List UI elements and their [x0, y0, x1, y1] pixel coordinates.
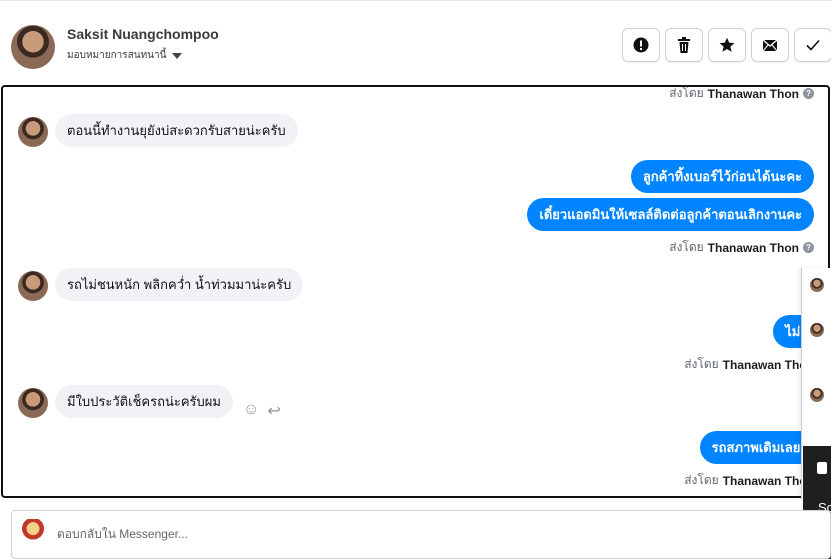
message-actions: ☺ ↩ [243, 401, 281, 421]
mark-spam-button[interactable] [622, 28, 660, 62]
sent-by-line: ส่งโดย Thanawan Thon [684, 357, 814, 372]
star-icon [719, 37, 735, 52]
page-avatar [22, 519, 44, 543]
sent-by-line: ส่งโดย Thanawan Thon ? [669, 238, 814, 257]
sender-avatar [18, 388, 48, 418]
app-icon [817, 462, 827, 474]
reply-icon[interactable]: ↩ [267, 401, 280, 421]
sent-by-line: ส่งโดย Thanawan Thon [684, 473, 814, 488]
message-incoming[interactable]: รถไม่ชนหนัก พลิกคว่ำ น้ำท่วมมาน่ะครับ [55, 268, 304, 301]
sender-avatar [18, 117, 48, 147]
star-button[interactable] [708, 28, 746, 62]
mark-unread-button[interactable] [751, 28, 789, 62]
help-icon[interactable]: ? [803, 88, 814, 99]
rail-avatar[interactable] [810, 388, 824, 402]
contact-name[interactable]: Saksit Nuangchompoo [67, 26, 219, 42]
message-outgoing[interactable]: ลูกค้าทิ้งเบอร์ไว้ก่อนได้นะคะ [630, 160, 814, 193]
smiley-icon[interactable]: ☺ [243, 401, 259, 421]
reply-composer[interactable]: ตอบกลับใน Messenger... [11, 510, 831, 559]
exclamation-icon [633, 37, 649, 53]
trash-icon [678, 37, 690, 53]
contact-avatar[interactable] [11, 25, 55, 69]
message-incoming[interactable]: ตอนนี้ทำงานยุยังบ่สะดวกรับสายน่ะครับ [55, 114, 298, 147]
message-incoming[interactable]: มีใบประวัติเช็ครถน่ะครับผม [55, 385, 233, 418]
check-icon [806, 39, 820, 51]
help-icon[interactable]: ? [803, 242, 814, 253]
mark-done-button[interactable] [794, 28, 831, 62]
conversation-header: Saksit Nuangchompoo มอบหมายการสนทนานี้ [0, 0, 831, 87]
assign-conversation-dropdown[interactable]: มอบหมายการสนทนานี้ [67, 48, 183, 63]
message-outgoing[interactable]: เดี๋ยวแอดมินให้เซลล์ติดต่อลูกค้าตอนเลิกง… [527, 198, 814, 231]
assign-label: มอบหมายการสนทนานี้ [67, 50, 167, 61]
message-thread[interactable]: ส่งโดย Thanawan Thon ? ตอนนี้ทำงานยุยังบ… [1, 85, 830, 498]
reply-input[interactable]: ตอบกลับใน Messenger... [57, 525, 188, 544]
envelope-icon [762, 39, 778, 52]
sent-by-line: ส่งโดย Thanawan Thon ? [669, 87, 814, 103]
rail-avatar[interactable] [810, 323, 824, 337]
rail-avatar[interactable] [810, 278, 824, 292]
caret-down-icon [172, 52, 183, 59]
delete-button[interactable] [665, 28, 703, 62]
sender-avatar [18, 271, 48, 301]
